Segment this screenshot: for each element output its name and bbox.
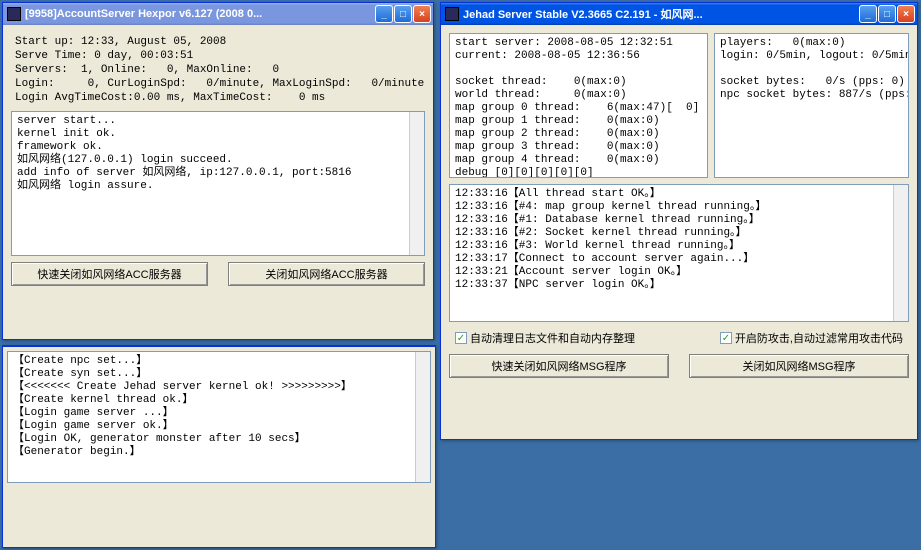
minimize-button[interactable]: _ bbox=[375, 5, 393, 23]
log-line: 12:33:16【#2: Socket kernel thread runnin… bbox=[455, 227, 903, 240]
scrollbar[interactable] bbox=[893, 185, 908, 321]
log-line: 【Login OK, generator monster after 10 se… bbox=[13, 433, 425, 446]
anti-attack-checkbox[interactable]: ✓ 开启防攻击,自动过滤常用攻击代码 bbox=[720, 330, 903, 346]
app-icon bbox=[7, 7, 21, 21]
log-line: add info of server 如风网络, ip:127.0.0.1, p… bbox=[17, 167, 419, 180]
fast-close-msg-button[interactable]: 快速关闭如风网络MSG程序 bbox=[449, 354, 669, 378]
log-line: kernel init ok. bbox=[17, 128, 419, 141]
auto-cleanup-checkbox[interactable]: ✓ 自动清理日志文件和自动内存整理 bbox=[455, 330, 635, 346]
close-button[interactable]: × bbox=[413, 5, 431, 23]
close-button[interactable]: × bbox=[897, 5, 915, 23]
app-icon bbox=[445, 7, 459, 21]
stats-right-panel: players: 0(max:0) login: 0/5min, logout:… bbox=[714, 33, 909, 178]
log-line: 【Create syn set...】 bbox=[13, 368, 425, 381]
minimize-button[interactable]: _ bbox=[859, 5, 877, 23]
log-line: 【Login game server ok.】 bbox=[13, 420, 425, 433]
npc-log-window: 【Create npc set...】 【Create syn set...】 … bbox=[2, 345, 436, 548]
log-line: 【Login game server ...】 bbox=[13, 407, 425, 420]
close-acc-button[interactable]: 关闭如风网络ACC服务器 bbox=[228, 262, 425, 286]
log-line: 12:33:16【All thread start OK。】 bbox=[455, 188, 903, 201]
log-line: 【Create npc set...】 bbox=[13, 355, 425, 368]
checkbox-icon: ✓ bbox=[720, 332, 732, 344]
log-line: 12:33:16【#3: World kernel thread running… bbox=[455, 240, 903, 253]
log-line: 【Generator begin.】 bbox=[13, 446, 425, 459]
log-line: 【Create kernel thread ok.】 bbox=[13, 394, 425, 407]
win1-titlebar[interactable]: [9958]AccountServer Hexpor v6.127 (2008 … bbox=[3, 3, 433, 25]
log-line: 12:33:16【#4: map group kernel thread run… bbox=[455, 201, 903, 214]
log-panel[interactable]: 【Create npc set...】 【Create syn set...】 … bbox=[7, 351, 431, 483]
log-line: 12:33:21【Account server login OK。】 bbox=[455, 266, 903, 279]
checkbox-icon: ✓ bbox=[455, 332, 467, 344]
checkbox-label: 开启防攻击,自动过滤常用攻击代码 bbox=[735, 330, 903, 346]
log-line: 如风网络 login assure. bbox=[17, 180, 419, 193]
stats-left-panel: start server: 2008-08-05 12:32:51 curren… bbox=[449, 33, 708, 178]
log-panel[interactable]: server start... kernel init ok. framewor… bbox=[11, 111, 425, 256]
log-line: framework ok. bbox=[17, 141, 419, 154]
win2-titlebar[interactable]: Jehad Server Stable V2.3665 C2.191 - 如风网… bbox=[441, 3, 917, 25]
log-line: 如风网络(127.0.0.1) login succeed. bbox=[17, 154, 419, 167]
log-panel[interactable]: 12:33:16【All thread start OK。】 12:33:16【… bbox=[449, 184, 909, 322]
scrollbar[interactable] bbox=[409, 112, 424, 255]
fast-close-acc-button[interactable]: 快速关闭如风网络ACC服务器 bbox=[11, 262, 208, 286]
maximize-button[interactable]: □ bbox=[394, 5, 412, 23]
checkbox-label: 自动清理日志文件和自动内存整理 bbox=[470, 330, 635, 346]
scrollbar[interactable] bbox=[415, 352, 430, 482]
jehad-server-window: Jehad Server Stable V2.3665 C2.191 - 如风网… bbox=[440, 2, 918, 440]
win1-title: [9958]AccountServer Hexpor v6.127 (2008 … bbox=[25, 8, 375, 20]
close-msg-button[interactable]: 关闭如风网络MSG程序 bbox=[689, 354, 909, 378]
win2-title: Jehad Server Stable V2.3665 C2.191 - 如风网… bbox=[463, 6, 859, 22]
account-server-window: [9958]AccountServer Hexpor v6.127 (2008 … bbox=[2, 2, 434, 340]
log-line: 12:33:16【#1: Database kernel thread runn… bbox=[455, 214, 903, 227]
server-stats: Start up: 12:33, August 05, 2008 Serve T… bbox=[11, 33, 425, 111]
maximize-button[interactable]: □ bbox=[878, 5, 896, 23]
log-line: 12:33:37【NPC server login OK。】 bbox=[455, 279, 903, 292]
log-line: server start... bbox=[17, 115, 419, 128]
log-line: 【<<<<<<< Create Jehad server kernel ok! … bbox=[13, 381, 425, 394]
log-line: 12:33:17【Connect to account server again… bbox=[455, 253, 903, 266]
